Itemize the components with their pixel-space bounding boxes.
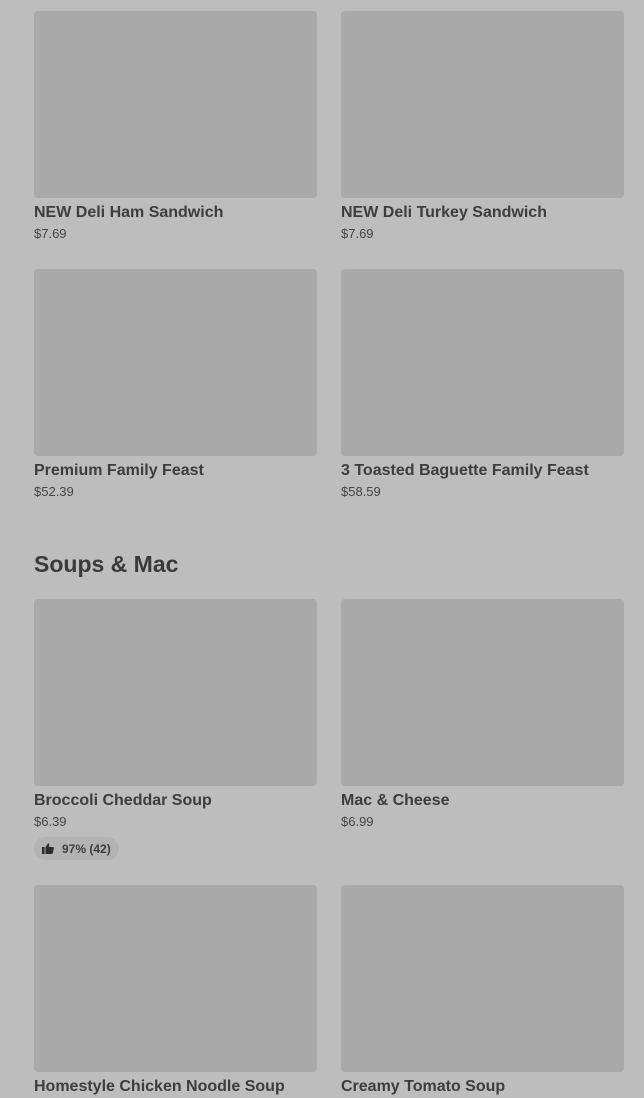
menu-item-card[interactable]: Creamy Tomato Soup — [341, 885, 624, 1096]
menu-item-card[interactable]: Homestyle Chicken Noodle Soup — [34, 885, 317, 1096]
menu-item-name: Homestyle Chicken Noodle Soup — [34, 1078, 285, 1095]
menu-item-card[interactable]: NEW Deli Ham Sandwich $7.69 — [34, 11, 317, 241]
menu-item-image — [341, 885, 624, 1072]
menu-item-price: $6.39 — [34, 814, 67, 829]
rating-badge: 97% (42) — [34, 837, 119, 860]
menu-item-price: $52.39 — [34, 484, 74, 499]
menu-item-image — [341, 269, 624, 456]
rating-text: 97% (42) — [62, 841, 111, 856]
menu-item-name: Premium Family Feast — [34, 462, 204, 479]
menu-item-image — [34, 885, 317, 1072]
menu-item-card[interactable]: Mac & Cheese $6.99 — [341, 599, 624, 829]
menu-item-name: Broccoli Cheddar Soup — [34, 792, 212, 809]
menu-item-price: $7.69 — [341, 226, 374, 241]
menu-item-card[interactable]: NEW Deli Turkey Sandwich $7.69 — [341, 11, 624, 241]
menu-item-name: Creamy Tomato Soup — [341, 1078, 506, 1095]
menu-item-name: NEW Deli Ham Sandwich — [34, 204, 224, 221]
menu-item-name: 3 Toasted Baguette Family Feast — [341, 462, 589, 479]
thumbs-up-icon — [42, 843, 54, 854]
menu-item-price: $6.99 — [341, 814, 374, 829]
menu-item-image — [34, 269, 317, 456]
menu-item-image — [34, 11, 317, 198]
menu-item-image — [341, 599, 624, 786]
menu-item-price: $7.69 — [34, 226, 67, 241]
menu-item-name: Mac & Cheese — [341, 792, 450, 809]
menu-item-image — [341, 11, 624, 198]
section-title: Soups & Mac — [34, 551, 179, 577]
menu-item-name: NEW Deli Turkey Sandwich — [341, 204, 547, 221]
menu-item-card[interactable]: Broccoli Cheddar Soup $6.39 97% (42) — [34, 599, 317, 860]
menu-item-card[interactable]: Premium Family Feast $52.39 — [34, 269, 317, 499]
menu-item-card[interactable]: 3 Toasted Baguette Family Feast $58.59 — [341, 269, 624, 499]
menu-item-image — [34, 599, 317, 786]
menu-item-price: $58.59 — [341, 484, 381, 499]
